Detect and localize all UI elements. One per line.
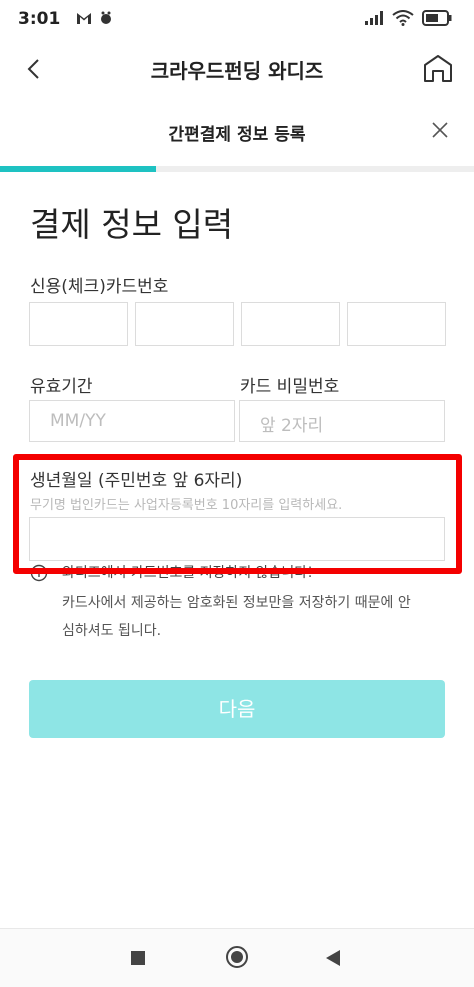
gmail-icon <box>76 10 92 29</box>
app-title: 크라우드펀딩 와디즈 <box>150 59 324 83</box>
recent-apps-icon[interactable] <box>130 950 146 970</box>
card-number-field-3[interactable] <box>241 302 340 346</box>
signal-icon <box>364 10 384 30</box>
card-pin-label: 카드 비밀번호 <box>240 377 340 397</box>
expiry-label: 유효기간 <box>30 377 93 397</box>
card-number-field-4[interactable] <box>347 302 446 346</box>
page-title: 결제 정보 입력 <box>30 205 234 244</box>
battery-icon <box>422 10 452 30</box>
status-time: 3:01 <box>18 9 61 29</box>
status-bar: 3:01 <box>0 0 474 40</box>
card-number-field-1[interactable] <box>29 302 128 346</box>
close-icon[interactable] <box>428 118 452 142</box>
back-nav-icon[interactable] <box>325 949 341 971</box>
highlight-box <box>13 454 462 574</box>
wifi-icon <box>392 10 414 30</box>
bug-icon <box>98 10 114 29</box>
sub-header-title: 간편결제 정보 등록 <box>168 125 306 145</box>
card-pin-placeholder: 앞 2자리 <box>260 416 324 436</box>
card-pin-input[interactable]: 앞 2자리 <box>239 400 445 442</box>
card-number-field-2[interactable] <box>135 302 234 346</box>
expiry-placeholder: MM/YY <box>50 411 106 431</box>
notice-line-2: 카드사에서 제공하는 암호화된 정보만을 저장하기 때문에 안 <box>62 595 411 611</box>
system-navigation-bar <box>0 928 474 987</box>
progress-fill <box>0 166 157 172</box>
app-bar: 크라우드펀딩 와디즈 <box>0 40 474 100</box>
card-number-label: 신용(체크)카드번호 <box>30 277 169 297</box>
notice-line-3: 심하셔도 됩니다. <box>62 623 162 639</box>
progress-bar <box>0 166 474 172</box>
sub-header: 간편결제 정보 등록 <box>0 100 474 166</box>
next-button[interactable]: 다음 <box>29 680 445 738</box>
home-button-icon[interactable] <box>225 945 249 973</box>
home-icon[interactable] <box>422 52 454 84</box>
expiry-input[interactable]: MM/YY <box>29 400 235 442</box>
